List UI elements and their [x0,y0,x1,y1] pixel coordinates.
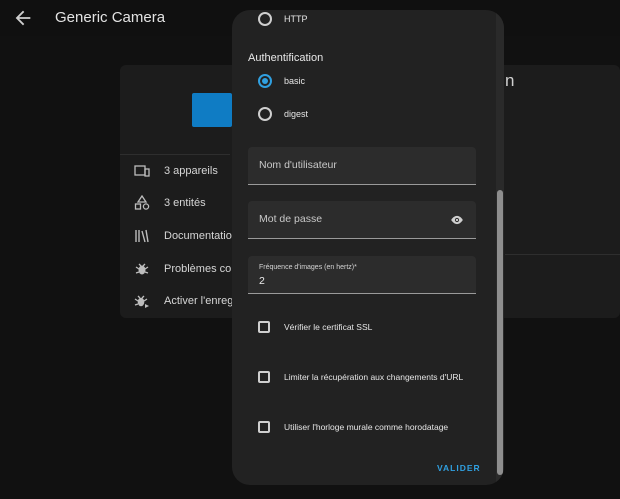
bug-icon [135,263,149,275]
password-placeholder: Mot de passe [259,213,323,225]
wallclock-timestamp-label: Utiliser l'horloge murale comme horodata… [284,422,449,432]
auth-digest-radio[interactable] [258,107,272,121]
limit-refetch-checkbox[interactable] [258,371,270,383]
limit-refetch-label: Limiter la récupération aux changements … [284,372,464,382]
entities-label: 3 entités [164,197,206,209]
auth-basic-label: basic [284,76,306,86]
submit-button[interactable]: VALIDER [437,463,481,473]
bug-play-icon [134,295,149,308]
debug-logging-link[interactable]: Activer l'enregist [134,290,244,312]
config-dialog: HTTP Authentification basic digest Nom d… [232,10,504,485]
back-arrow-icon[interactable] [12,7,34,29]
framerate-value: 2 [259,275,265,287]
auth-section-title: Authentification [248,52,324,64]
username-placeholder: Nom d'utilisateur [259,159,337,171]
username-field[interactable]: Nom d'utilisateur [248,147,476,185]
password-field[interactable]: Mot de passe [248,201,476,239]
eye-icon[interactable] [450,215,464,225]
wallclock-timestamp-checkbox[interactable] [258,421,270,433]
book-icon [135,229,149,243]
protocol-http-radio[interactable] [258,12,272,26]
shapes-icon [134,195,150,210]
card-clipped-text: n [505,71,515,90]
auth-basic-radio[interactable] [258,74,272,88]
auth-digest-label: digest [284,109,309,119]
page-title: Generic Camera [55,9,166,26]
documentation-label: Documentation [164,230,238,242]
scrollbar-thumb[interactable] [497,190,503,475]
issues-link[interactable]: Problèmes conn [134,258,244,280]
framerate-label: Fréquence d'images (en hertz)* [259,264,357,271]
integration-logo [192,93,232,127]
verify-ssl-checkbox[interactable] [258,321,270,333]
devices-icon [134,165,150,177]
card-divider [120,154,230,155]
devices-link[interactable]: 3 appareils [134,160,218,182]
dialog-scrollbar[interactable] [496,10,504,485]
documentation-link[interactable]: Documentation [134,225,238,247]
framerate-field[interactable]: Fréquence d'images (en hertz)* 2 [248,256,476,294]
protocol-http-label: HTTP [284,14,308,24]
card-divider [505,254,620,255]
entities-link[interactable]: 3 entités [134,192,206,214]
verify-ssl-label: Vérifier le certificat SSL [284,322,373,332]
devices-label: 3 appareils [164,165,218,177]
